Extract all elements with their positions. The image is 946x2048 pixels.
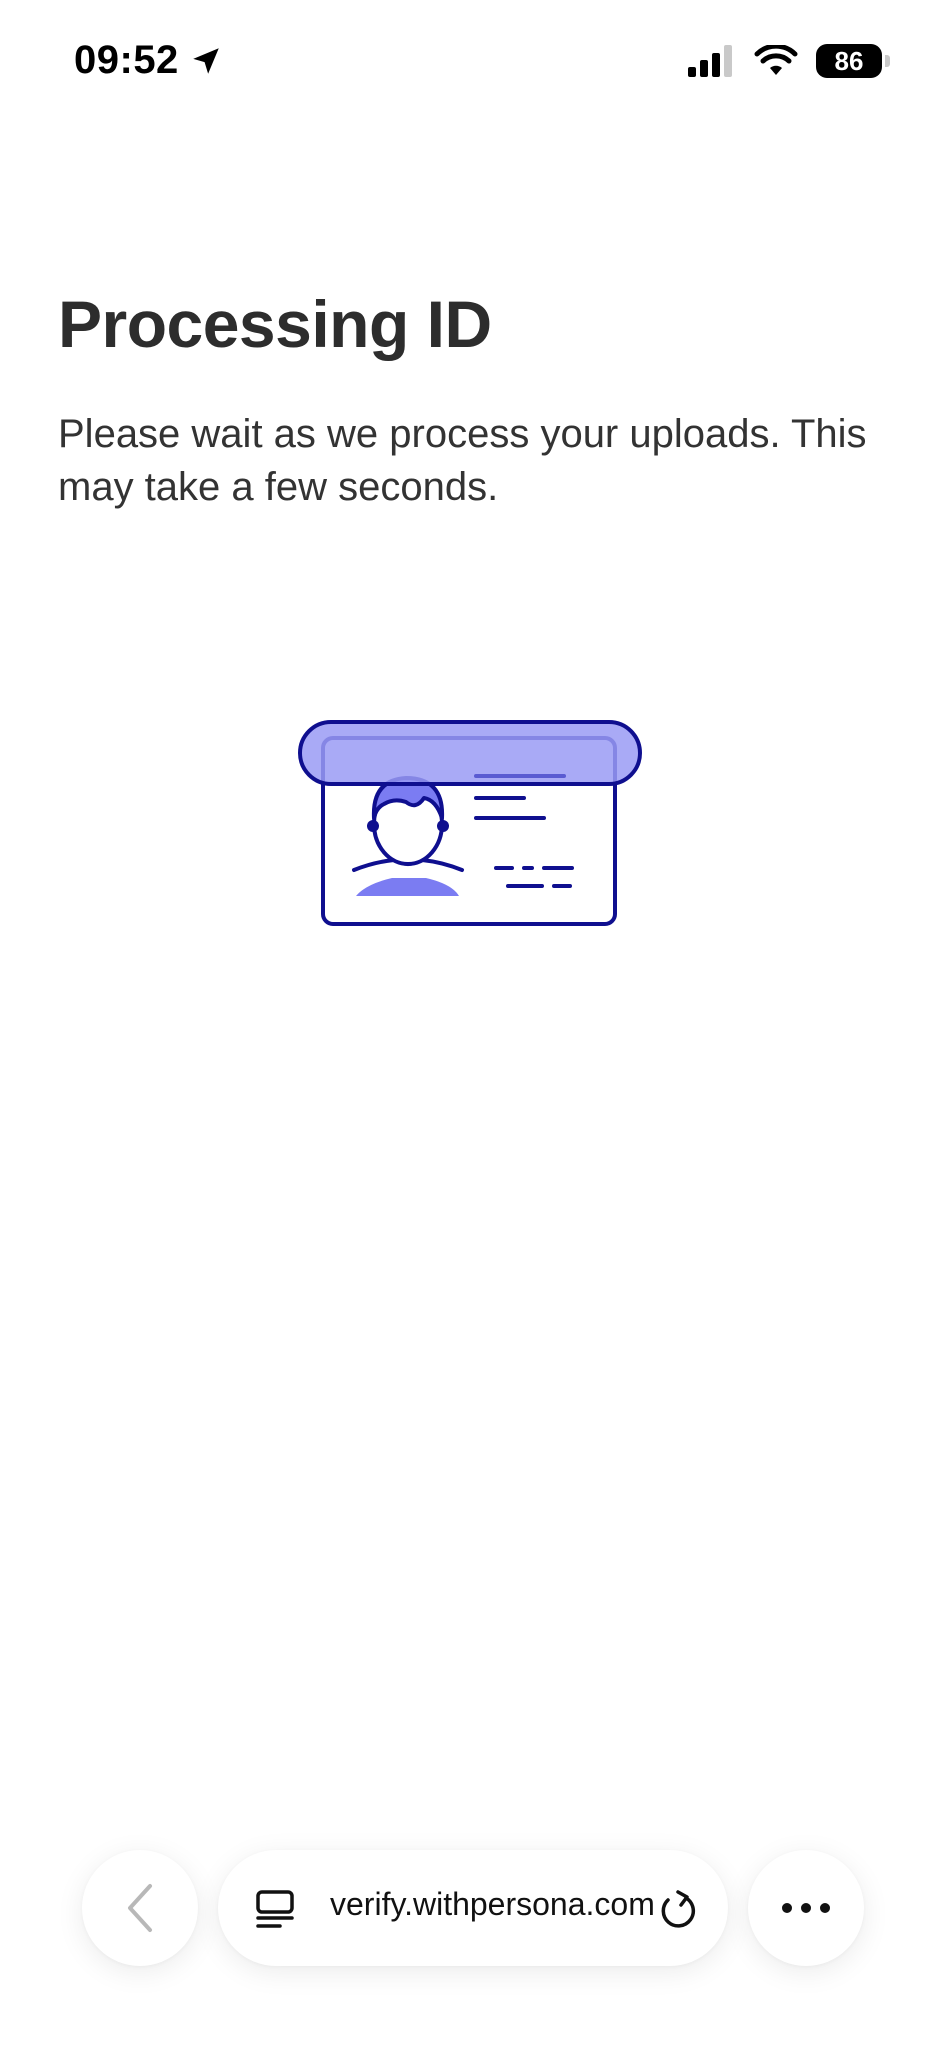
battery-icon: 86 bbox=[816, 44, 890, 78]
page-title: Processing ID bbox=[58, 287, 492, 361]
browser-toolbar: verify.withpersona.com bbox=[0, 1830, 946, 2048]
page-description: Please wait as we process your uploads. … bbox=[58, 412, 867, 509]
tabs-icon[interactable] bbox=[254, 1888, 296, 1930]
status-icons: 86 bbox=[688, 44, 890, 78]
back-button[interactable] bbox=[82, 1850, 198, 1966]
status-time: 09:52 bbox=[74, 38, 223, 83]
id-card-scanning-illustration bbox=[298, 720, 642, 926]
cellular-signal-icon bbox=[688, 45, 732, 77]
url-text: verify.withpersona.com bbox=[330, 1886, 655, 1922]
wifi-icon bbox=[754, 45, 798, 75]
status-bar: 09:52 86 bbox=[0, 0, 946, 126]
more-dots-icon bbox=[782, 1903, 830, 1913]
address-bar[interactable]: verify.withpersona.com bbox=[218, 1850, 728, 1966]
battery-level: 86 bbox=[834, 45, 864, 76]
reload-icon[interactable] bbox=[656, 1888, 698, 1930]
chevron-left-icon bbox=[128, 1884, 152, 1932]
location-arrow-icon bbox=[193, 47, 219, 74]
more-options-button[interactable] bbox=[748, 1850, 864, 1966]
clock-text: 09:52 bbox=[74, 38, 179, 82]
